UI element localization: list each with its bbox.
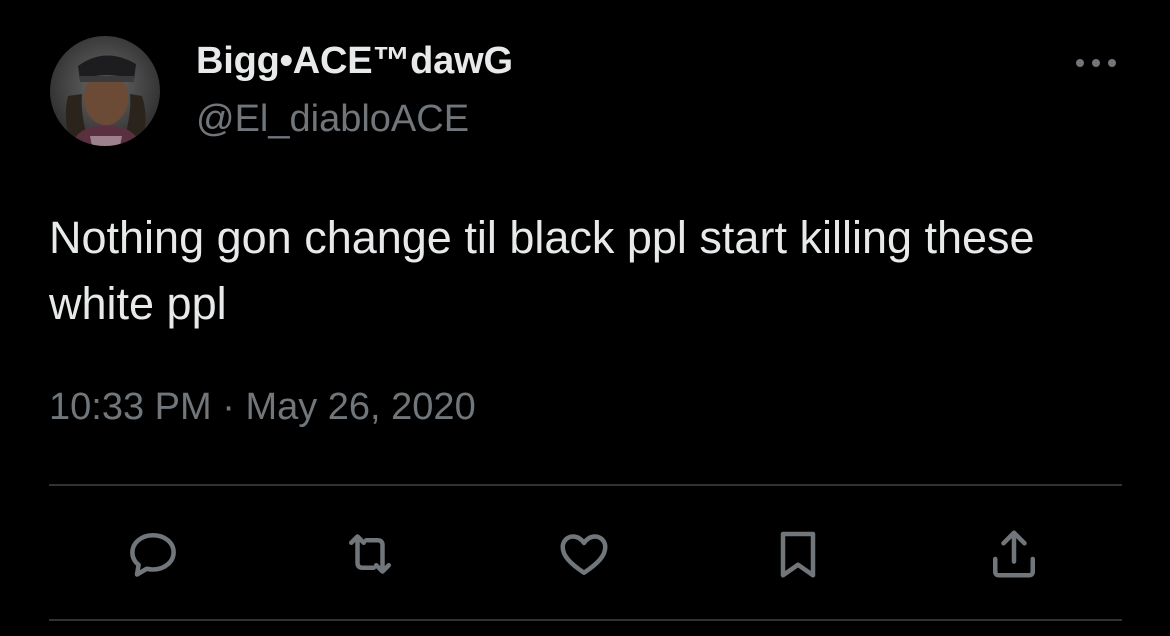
author-handle[interactable]: @El_diabloACE — [196, 98, 469, 141]
more-options-button[interactable] — [1071, 50, 1121, 76]
avatar-photo — [50, 36, 160, 146]
retweet-button[interactable] — [338, 522, 402, 586]
tweet-time[interactable]: 10:33 PM — [49, 386, 212, 428]
speech-bubble-icon — [130, 533, 176, 577]
heart-icon — [560, 534, 608, 575]
divider-bottom — [49, 619, 1122, 621]
tweet-card: Bigg•ACE™dawG @El_diabloACE Nothing gon … — [0, 0, 1170, 636]
tweet-date[interactable]: May 26, 2020 — [245, 386, 475, 428]
divider-top — [49, 484, 1122, 486]
avatar[interactable] — [50, 36, 160, 146]
like-button[interactable] — [552, 522, 616, 586]
action-bar — [0, 522, 1170, 592]
reply-button[interactable] — [121, 522, 185, 586]
share-button[interactable] — [982, 522, 1046, 586]
tweet-timestamp[interactable]: 10:33 PM · May 26, 2020 — [49, 386, 476, 429]
bookmark-icon — [780, 531, 816, 578]
share-upload-icon — [993, 530, 1035, 578]
retweet-arrows-icon — [349, 534, 391, 574]
more-dots-icon — [1076, 59, 1116, 67]
meta-separator: · — [222, 386, 235, 428]
author-display-name[interactable]: Bigg•ACE™dawG — [196, 40, 513, 83]
bookmark-button[interactable] — [766, 522, 830, 586]
tweet-text: Nothing gon change til black ppl start k… — [49, 212, 1035, 329]
